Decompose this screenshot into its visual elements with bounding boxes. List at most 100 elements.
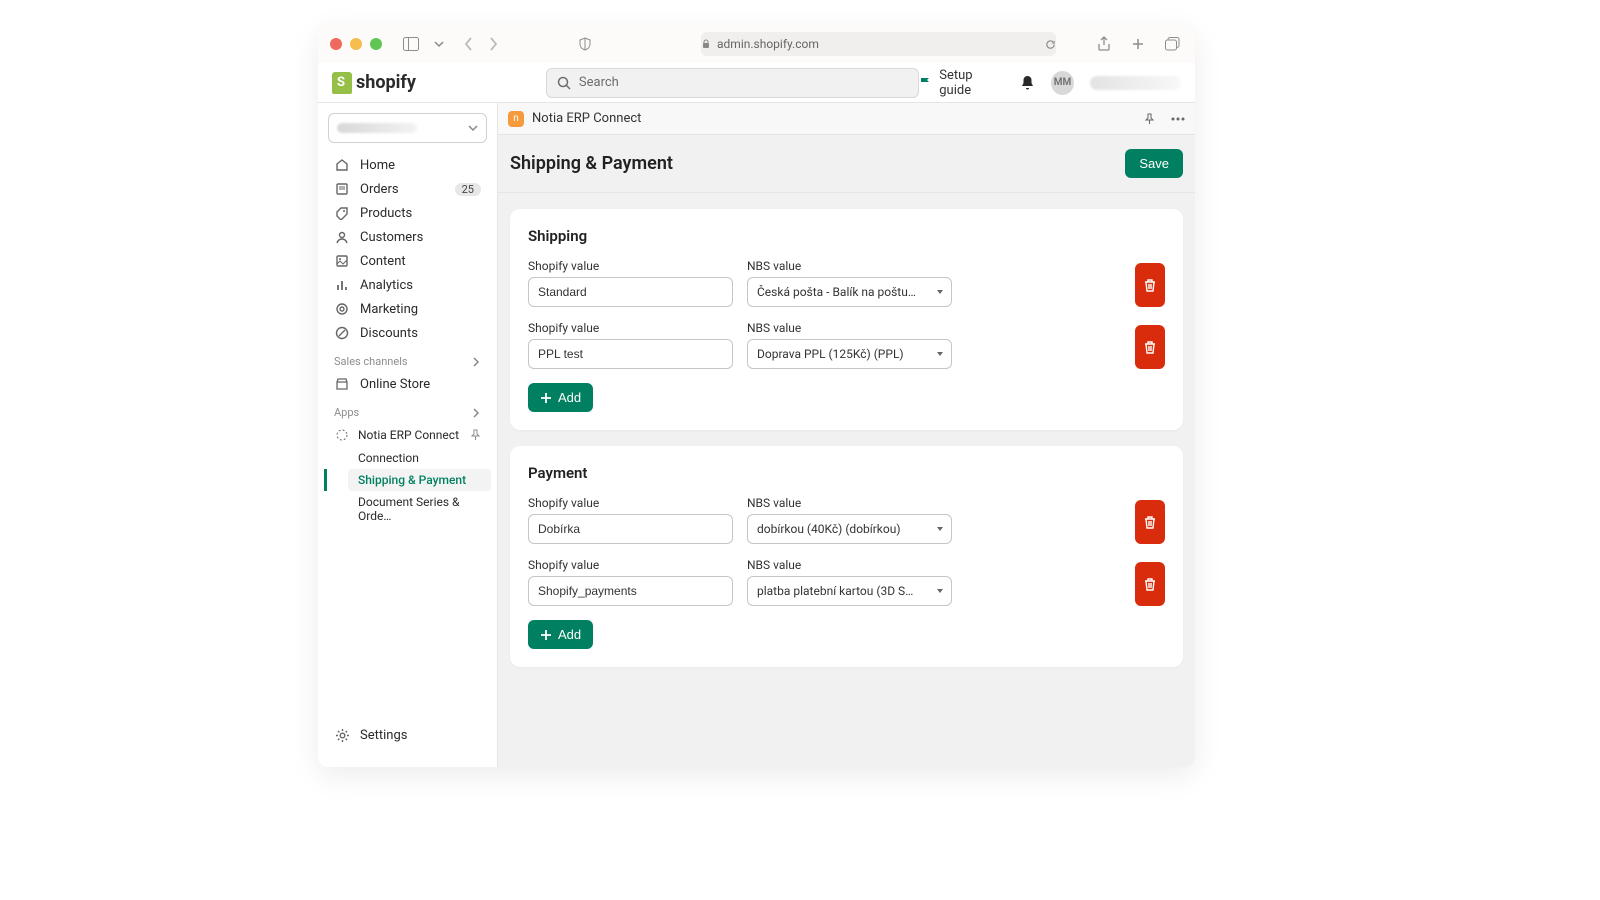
- pin-icon[interactable]: [1144, 113, 1155, 125]
- tabs-icon[interactable]: [1161, 34, 1183, 54]
- chevron-right-icon: [471, 408, 481, 418]
- app-sub-document-series[interactable]: Document Series & Orde…: [348, 491, 491, 527]
- sidebar-item-customers[interactable]: Customers: [324, 225, 491, 249]
- search-icon: [557, 76, 571, 90]
- payment-add-button[interactable]: Add: [528, 620, 593, 649]
- lock-icon: [701, 39, 711, 49]
- content-icon: [334, 253, 350, 269]
- app-logo-icon: n: [508, 111, 524, 127]
- trash-icon: [1143, 340, 1157, 355]
- sales-channels-header[interactable]: Sales channels: [324, 345, 491, 372]
- store-icon: [334, 376, 350, 392]
- payment-shopify-input[interactable]: [528, 514, 733, 544]
- trash-icon: [1143, 278, 1157, 293]
- forward-button[interactable]: [482, 34, 504, 54]
- sidebar-item-products[interactable]: Products: [324, 201, 491, 225]
- pin-icon[interactable]: [470, 429, 481, 441]
- shipping-row: Shopify value NBS valueČeská pošta - Bal…: [528, 259, 1165, 307]
- payment-row: Shopify value NBS valuedobírkou (40Kč) (…: [528, 496, 1165, 544]
- shopify-bag-icon: [332, 72, 352, 94]
- shipping-nbs-select[interactable]: Česká pošta - Balík na poštu (96…: [747, 277, 952, 307]
- apps-header[interactable]: Apps: [324, 396, 491, 423]
- refresh-icon[interactable]: [1045, 39, 1056, 50]
- payment-nbs-select[interactable]: platba platební kartou (3D Secure…: [747, 576, 952, 606]
- orders-badge: 25: [455, 183, 481, 196]
- close-window-button[interactable]: [330, 38, 342, 50]
- sidebar-item-online-store[interactable]: Online Store: [324, 372, 491, 396]
- minimize-window-button[interactable]: [350, 38, 362, 50]
- payment-nbs-select[interactable]: dobírkou (40Kč) (dobírkou): [747, 514, 952, 544]
- trash-icon: [1143, 577, 1157, 592]
- avatar[interactable]: MM: [1051, 71, 1074, 95]
- save-button[interactable]: Save: [1125, 149, 1183, 178]
- notifications-icon[interactable]: [1020, 75, 1035, 91]
- chevron-down-icon[interactable]: [428, 34, 450, 54]
- user-name-redacted: [1090, 76, 1181, 90]
- store-selector[interactable]: [328, 113, 487, 143]
- flag-icon: [919, 76, 933, 90]
- window-controls: [330, 38, 382, 50]
- shopify-logo[interactable]: shopify: [332, 72, 416, 94]
- shield-icon[interactable]: [574, 34, 596, 54]
- maximize-window-button[interactable]: [370, 38, 382, 50]
- sidebar-item-analytics[interactable]: Analytics: [324, 273, 491, 297]
- back-button[interactable]: [458, 34, 480, 54]
- sidebar-item-settings[interactable]: Settings: [324, 719, 491, 757]
- app-sub-shipping-payment[interactable]: Shipping & Payment: [348, 469, 491, 491]
- delete-row-button[interactable]: [1135, 500, 1165, 544]
- delete-row-button[interactable]: [1135, 263, 1165, 307]
- app-title-bar: n Notia ERP Connect: [498, 103, 1195, 135]
- sidebar-item-orders[interactable]: Orders25: [324, 177, 491, 201]
- chevron-right-icon: [471, 357, 481, 367]
- more-icon[interactable]: [1171, 117, 1185, 121]
- sidebar-item-content[interactable]: Content: [324, 249, 491, 273]
- chevron-down-icon: [468, 123, 478, 133]
- gear-icon: [334, 727, 350, 743]
- customers-icon: [334, 229, 350, 245]
- sidebar-app-notia[interactable]: Notia ERP Connect: [324, 423, 491, 447]
- orders-icon: [334, 181, 350, 197]
- app-bar-title: Notia ERP Connect: [532, 111, 641, 126]
- sidebar-item-home[interactable]: Home: [324, 153, 491, 177]
- search-placeholder: Search: [579, 75, 619, 90]
- nav-arrows: [458, 34, 504, 54]
- shipping-add-button[interactable]: Add: [528, 383, 593, 412]
- products-icon: [334, 205, 350, 221]
- trash-icon: [1143, 515, 1157, 530]
- browser-window: admin.shopify.com shopify Search Setup g…: [318, 25, 1195, 767]
- sidebar: Home Orders25 Products Customers Content…: [318, 103, 498, 767]
- tab-controls: [400, 34, 450, 54]
- search-input[interactable]: Search: [546, 68, 919, 98]
- app-sub-connection[interactable]: Connection: [348, 447, 491, 469]
- page-title: Shipping & Payment: [510, 153, 673, 174]
- window-titlebar: admin.shopify.com: [318, 25, 1195, 63]
- app-icon: [334, 427, 350, 443]
- payment-title: Payment: [528, 464, 1165, 482]
- shipping-nbs-select[interactable]: Doprava PPL (125Kč) (PPL): [747, 339, 952, 369]
- address-bar[interactable]: admin.shopify.com: [701, 32, 1056, 56]
- main-content: n Notia ERP Connect Shipping & Payment S…: [498, 103, 1195, 767]
- sidebar-item-marketing[interactable]: Marketing: [324, 297, 491, 321]
- shipping-title: Shipping: [528, 227, 1165, 245]
- delete-row-button[interactable]: [1135, 562, 1165, 606]
- shipping-shopify-input[interactable]: [528, 277, 733, 307]
- shipping-shopify-input[interactable]: [528, 339, 733, 369]
- plus-icon: [540, 392, 552, 404]
- home-icon: [334, 157, 350, 173]
- setup-guide-link[interactable]: Setup guide: [919, 68, 1004, 98]
- delete-row-button[interactable]: [1135, 325, 1165, 369]
- new-tab-icon[interactable]: [1127, 34, 1149, 54]
- page-header: Shipping & Payment Save: [498, 135, 1195, 193]
- url-host: admin.shopify.com: [717, 37, 819, 51]
- shipping-card: Shipping Shopify value NBS valueČeská po…: [510, 209, 1183, 430]
- sidebar-toggle-icon[interactable]: [400, 34, 422, 54]
- sidebar-item-discounts[interactable]: Discounts: [324, 321, 491, 345]
- plus-icon: [540, 629, 552, 641]
- store-name-redacted: [337, 123, 417, 133]
- app-header: shopify Search Setup guide MM: [318, 63, 1195, 103]
- share-icon[interactable]: [1093, 34, 1115, 54]
- discounts-icon: [334, 325, 350, 341]
- marketing-icon: [334, 301, 350, 317]
- payment-card: Payment Shopify value NBS valuedobírkou …: [510, 446, 1183, 667]
- payment-shopify-input[interactable]: [528, 576, 733, 606]
